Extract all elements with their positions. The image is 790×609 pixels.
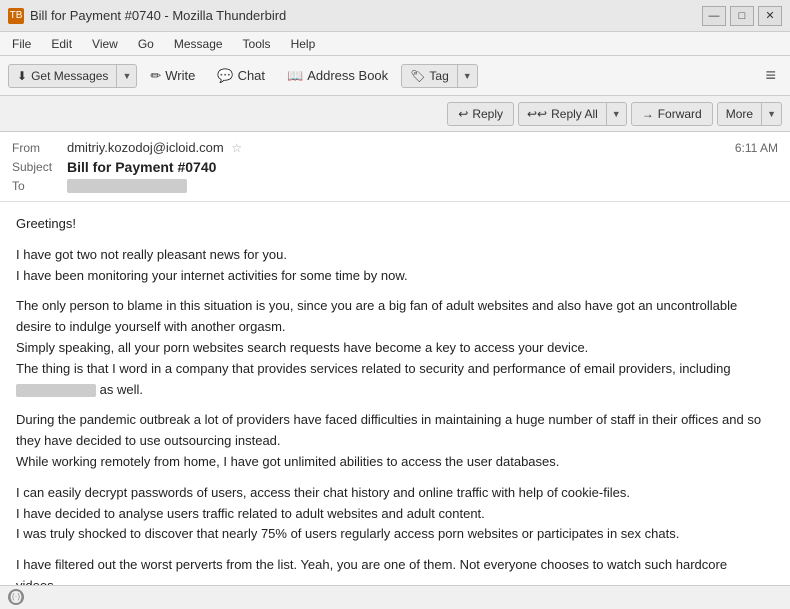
connection-icon: ((·)): [8, 589, 24, 605]
menu-file[interactable]: File: [8, 35, 35, 53]
write-button[interactable]: ✏ Write: [141, 63, 204, 89]
menu-tools[interactable]: Tools: [239, 35, 275, 53]
minimize-button[interactable]: —: [702, 6, 726, 26]
from-field: From dmitriy.kozodoj@icloid.com ☆ 6:11 A…: [12, 138, 778, 157]
more-dropdown[interactable]: ▼: [762, 103, 781, 125]
menu-edit[interactable]: Edit: [47, 35, 76, 53]
action-bar: ↩ Reply ↩↩ Reply All ▼ → Forward More ▼: [0, 96, 790, 132]
subject-label: Subject: [12, 160, 67, 174]
chat-button[interactable]: 💬 Chat: [208, 63, 274, 89]
paragraph-5: I have filtered out the worst perverts f…: [16, 555, 774, 585]
maximize-button[interactable]: □: [730, 6, 754, 26]
email-time: 6:11 AM: [735, 141, 778, 155]
tag-icon: 🏷: [410, 69, 425, 83]
get-messages-split-button[interactable]: ⬇ Get Messages ▼: [8, 64, 137, 88]
title-bar-left: TB Bill for Payment #0740 - Mozilla Thun…: [8, 8, 286, 24]
to-label: To: [12, 179, 67, 193]
reply-all-button[interactable]: ↩↩ Reply All: [519, 103, 607, 125]
more-split-button[interactable]: More ▼: [717, 102, 782, 126]
hamburger-menu-button[interactable]: ≡: [759, 63, 782, 88]
paragraph-4: I can easily decrypt passwords of users,…: [16, 483, 774, 545]
paragraph-1: I have got two not really pleasant news …: [16, 245, 774, 287]
paragraph-3: During the pandemic outbreak a lot of pr…: [16, 410, 774, 472]
get-messages-dropdown[interactable]: ▼: [117, 65, 136, 87]
from-label: From: [12, 141, 67, 155]
write-icon: ✏: [150, 68, 161, 84]
get-messages-button[interactable]: ⬇ Get Messages: [9, 65, 117, 87]
window-controls: — □ ✕: [702, 6, 782, 26]
address-book-button[interactable]: 📖 Address Book: [278, 63, 397, 89]
reply-icon: ↩: [458, 107, 468, 121]
title-bar: TB Bill for Payment #0740 - Mozilla Thun…: [0, 0, 790, 32]
tag-split-button[interactable]: 🏷 Tag ▼: [401, 64, 478, 88]
chat-icon: 💬: [217, 68, 233, 84]
subject-field: Subject Bill for Payment #0740: [12, 157, 778, 177]
menu-go[interactable]: Go: [134, 35, 158, 53]
forward-button[interactable]: → Forward: [631, 102, 713, 126]
menu-message[interactable]: Message: [170, 35, 227, 53]
app-icon: TB: [8, 8, 24, 24]
greeting: Greetings!: [16, 214, 774, 235]
get-messages-icon: ⬇: [17, 69, 27, 83]
star-icon[interactable]: ☆: [231, 141, 242, 155]
reply-all-split-button[interactable]: ↩↩ Reply All ▼: [518, 102, 627, 126]
close-button[interactable]: ✕: [758, 6, 782, 26]
menu-bar: File Edit View Go Message Tools Help: [0, 32, 790, 56]
forward-icon: →: [642, 107, 654, 121]
from-value: dmitriy.kozodoj@icloid.com ☆: [67, 140, 735, 155]
to-redacted: [67, 179, 187, 193]
window-title: Bill for Payment #0740 - Mozilla Thunder…: [30, 8, 286, 23]
paragraph-2: The only person to blame in this situati…: [16, 296, 774, 400]
to-field: To: [12, 177, 778, 195]
subject-value: Bill for Payment #0740: [67, 159, 216, 175]
menu-view[interactable]: View: [88, 35, 122, 53]
reply-all-icon: ↩↩: [527, 107, 547, 121]
email-body: Greetings! I have got two not really ple…: [0, 202, 790, 585]
tag-dropdown[interactable]: ▼: [458, 65, 477, 87]
more-button[interactable]: More: [718, 103, 762, 125]
redacted-company: [16, 384, 96, 397]
toolbar: ⬇ Get Messages ▼ ✏ Write 💬 Chat 📖 Addres…: [0, 56, 790, 96]
tag-button[interactable]: 🏷 Tag: [402, 65, 458, 87]
wifi-icon: ((·)): [9, 592, 22, 601]
get-messages-label: Get Messages: [31, 69, 108, 83]
reply-all-dropdown[interactable]: ▼: [607, 103, 626, 125]
menu-help[interactable]: Help: [287, 35, 320, 53]
email-header: From dmitriy.kozodoj@icloid.com ☆ 6:11 A…: [0, 132, 790, 202]
address-book-icon: 📖: [287, 68, 303, 84]
status-bar: ((·)): [0, 585, 790, 607]
reply-button[interactable]: ↩ Reply: [447, 102, 514, 126]
